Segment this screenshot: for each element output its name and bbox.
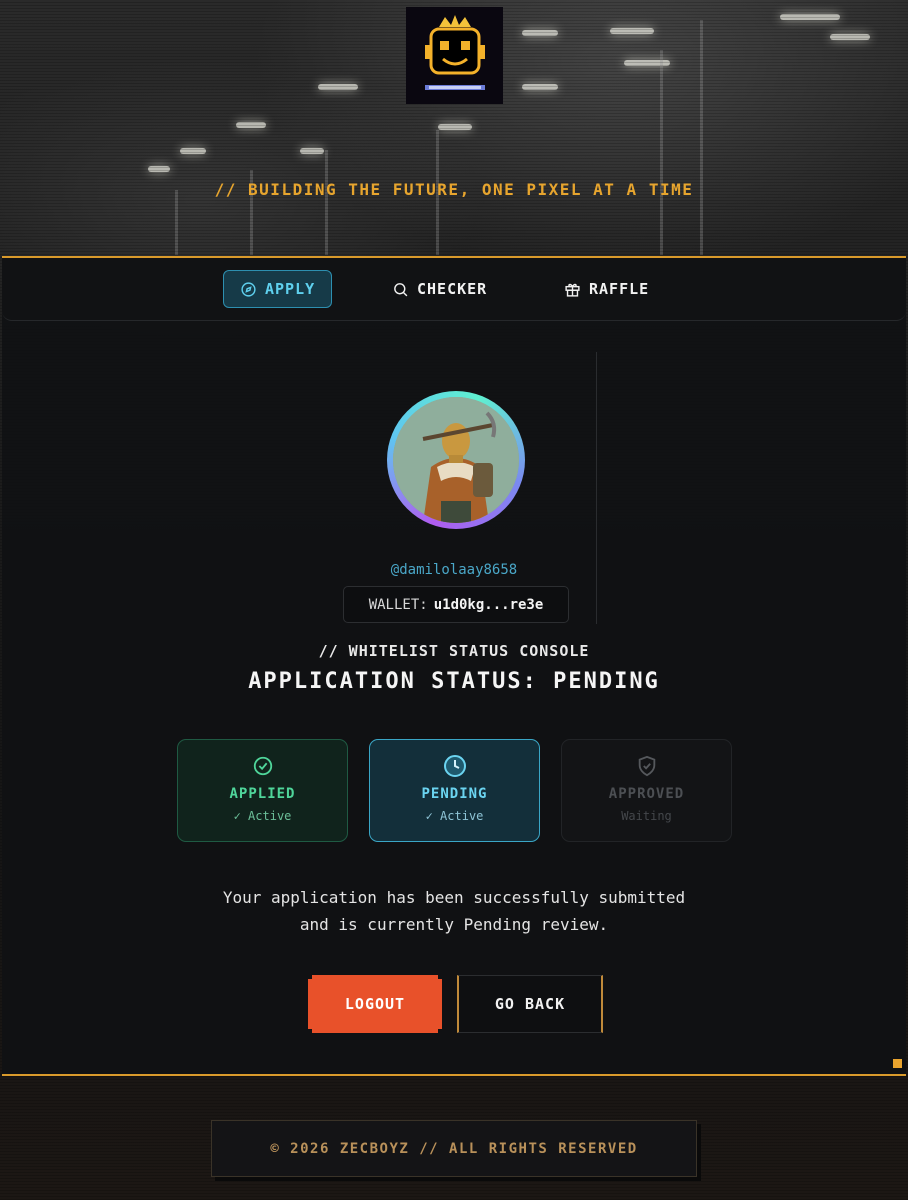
- wallet-badge[interactable]: WALLET: u1d0kg...re3e: [343, 586, 569, 623]
- wallet-address: u1d0kg...re3e: [433, 596, 544, 613]
- username: @damilolaay8658: [390, 562, 518, 578]
- go-back-button[interactable]: GO BACK: [457, 975, 603, 1033]
- corner-marker: [893, 1059, 902, 1068]
- page-title: APPLICATION STATUS: PENDING: [248, 669, 660, 694]
- step-title: PENDING: [421, 786, 488, 802]
- search-icon: [394, 282, 408, 296]
- tab-apply-label: APPLY: [265, 280, 316, 298]
- step-status: ✓ Active: [425, 809, 484, 823]
- shield-check-icon: [638, 755, 655, 777]
- step-applied: APPLIED ✓ Active: [177, 739, 348, 842]
- avatar: [387, 391, 525, 529]
- step-title: APPROVED: [608, 786, 685, 802]
- step-status: Waiting: [621, 809, 672, 823]
- footer: © 2026 ZECBOYZ // ALL RIGHTS RESERVED: [211, 1120, 697, 1177]
- compass-icon: [241, 281, 256, 297]
- step-approved: APPROVED Waiting: [561, 739, 732, 842]
- tagline: // BUILDING THE FUTURE, ONE PIXEL AT A T…: [214, 180, 694, 199]
- tab-checker[interactable]: CHECKER: [376, 270, 503, 308]
- crowned-robot-logo: [424, 14, 485, 90]
- status-message-line: Your application has been successfully s…: [222, 888, 686, 907]
- step-pending: PENDING ✓ Active: [369, 739, 540, 842]
- step-title: APPLIED: [229, 786, 296, 802]
- status-console-panel: APPLY CHECKER RAFFLE @damilolaay8658 WAL…: [2, 256, 906, 1076]
- status-message-line: and is currently Pending review.: [299, 915, 609, 934]
- tab-raffle[interactable]: RAFFLE: [548, 270, 665, 308]
- step-status: ✓ Active: [233, 809, 292, 823]
- tab-checker-label: CHECKER: [417, 280, 488, 298]
- status-message: Your application has been successfully s…: [2, 884, 906, 938]
- tab-apply[interactable]: APPLY: [223, 270, 333, 308]
- miner-avatar-image: [393, 397, 519, 523]
- check-circle-icon: [253, 756, 272, 776]
- nav-bar: APPLY CHECKER RAFFLE: [2, 258, 906, 321]
- tab-raffle-label: RAFFLE: [589, 280, 650, 298]
- console-label: // WHITELIST STATUS CONSOLE: [318, 642, 590, 660]
- gift-icon: [565, 283, 580, 297]
- logout-button[interactable]: LOGOUT: [308, 975, 442, 1033]
- site-logo[interactable]: [406, 7, 503, 104]
- divider: [596, 352, 597, 624]
- clock-icon: [443, 755, 466, 777]
- wallet-label: WALLET:: [368, 596, 428, 613]
